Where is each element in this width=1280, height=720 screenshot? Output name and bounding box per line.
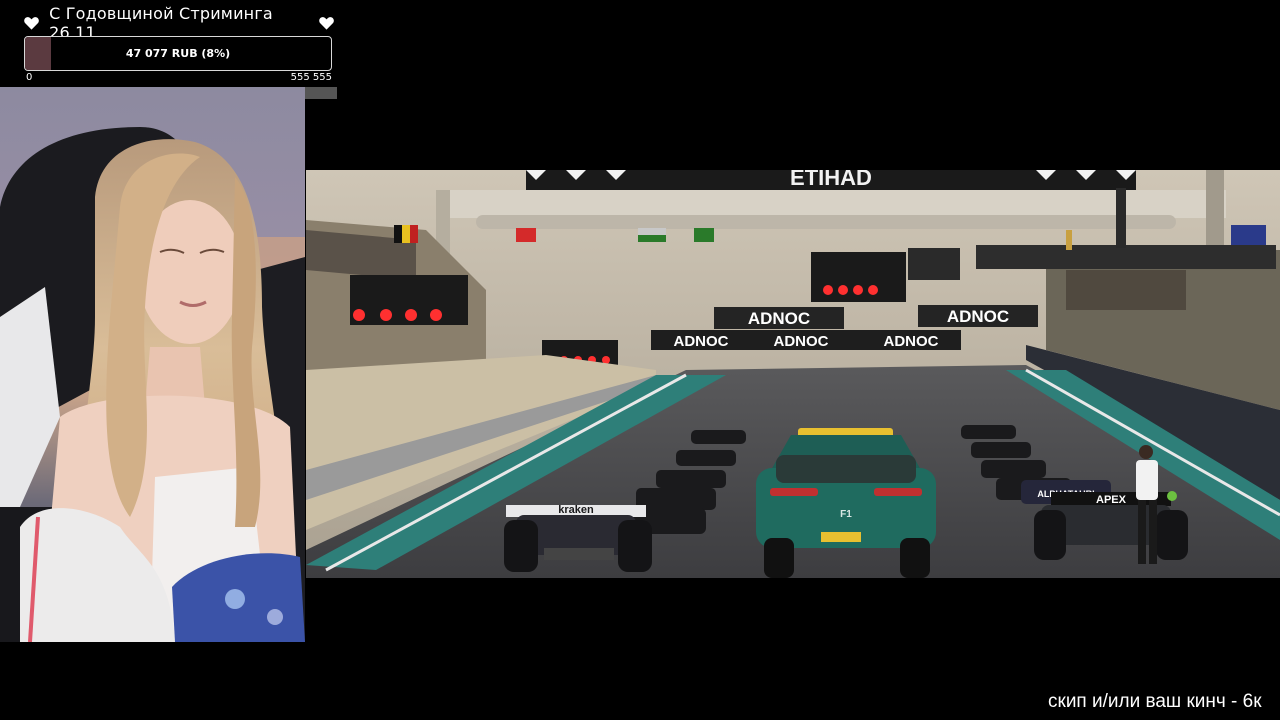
donation-goal-widget: С Годовщиной Стриминга 26.11 47 077 RUB … bbox=[24, 4, 334, 83]
race-grid-image: ETIHAD ADNOC ADNOC ADNOC ADNOC ADNOC kra… bbox=[306, 170, 1280, 578]
adnoc-board-5: ADNOC bbox=[884, 333, 939, 350]
ticker-text: скип и/или ваш кинч - 6к bbox=[1048, 691, 1262, 712]
heart-icon bbox=[319, 17, 334, 30]
adnoc-board-3: ADNOC bbox=[674, 333, 729, 350]
webcam-image bbox=[0, 87, 305, 642]
goal-amount: 47 077 RUB (8%) bbox=[125, 47, 231, 60]
goal-scale: 0 555 555 bbox=[24, 72, 334, 83]
kraken-label: kraken bbox=[558, 504, 594, 516]
apex-label: APEX bbox=[1096, 494, 1127, 506]
heart-icon bbox=[24, 17, 39, 30]
adnoc-board-2: ADNOC bbox=[947, 307, 1009, 326]
adnoc-board-4: ADNOC bbox=[774, 333, 829, 350]
webcam-feed bbox=[0, 87, 305, 642]
etihad-banner: ETIHAD bbox=[790, 170, 872, 190]
f1-label: F1 bbox=[840, 509, 852, 520]
goal-title-row: С Годовщиной Стриминга 26.11 bbox=[24, 4, 334, 42]
goal-scale-max: 555 555 bbox=[290, 72, 332, 83]
goal-progress-bar: 47 077 RUB (8%) bbox=[24, 36, 332, 71]
adnoc-board-1: ADNOC bbox=[748, 309, 810, 328]
goal-scale-min: 0 bbox=[26, 72, 33, 83]
main-video-feed: ETIHAD ADNOC ADNOC ADNOC ADNOC ADNOC kra… bbox=[306, 170, 1280, 578]
